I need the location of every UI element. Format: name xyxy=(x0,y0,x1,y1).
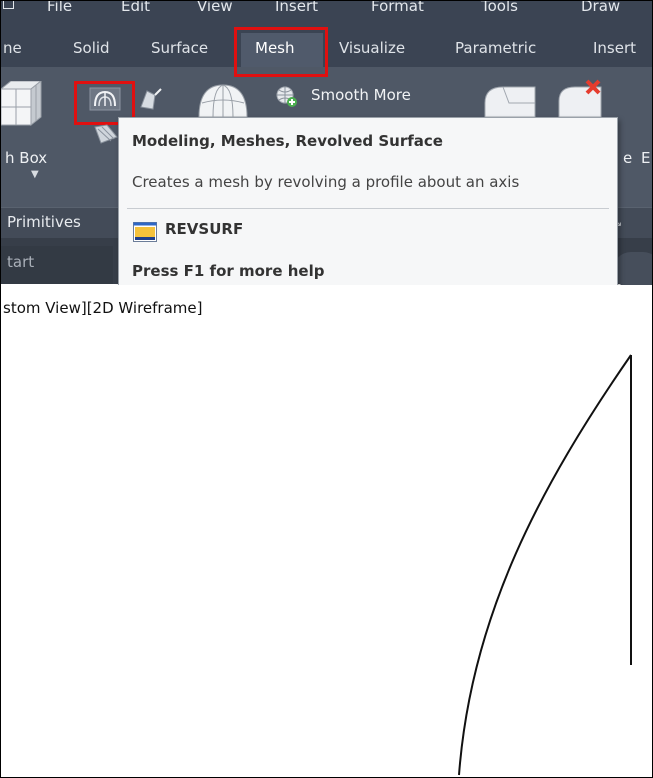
mesh-box-dropdown-icon[interactable]: ▼ xyxy=(31,169,39,180)
profile-curve xyxy=(458,354,632,776)
menu-draw[interactable]: Draw xyxy=(581,1,620,15)
tooltip-divider xyxy=(127,208,609,209)
menu-bar: File Edit View Insert Format Tools Draw xyxy=(1,1,652,29)
revsurf-command-icon xyxy=(133,222,157,246)
mesh-box-icon xyxy=(1,81,43,133)
tooltip-help: Press F1 for more help xyxy=(132,262,325,280)
drawing-canvas xyxy=(458,354,632,776)
ruled-surface-button[interactable] xyxy=(93,123,119,145)
ribbon-partial-label-ex: E xyxy=(641,149,651,167)
menu-corner-icon xyxy=(3,1,14,9)
tab-visualize[interactable]: Visualize xyxy=(339,39,405,57)
delete-crease-button[interactable] xyxy=(557,79,609,117)
edge-surface-button[interactable] xyxy=(139,87,163,111)
tooltip: Modeling, Meshes, Revolved Surface Creat… xyxy=(118,117,618,299)
mesh-box-label: h Box xyxy=(5,149,48,167)
app-window: File Edit View Insert Format Tools Draw … xyxy=(0,0,653,778)
tab-parametric[interactable]: Parametric xyxy=(455,39,536,57)
tooltip-command: REVSURF xyxy=(165,220,244,238)
mesh-sphere-icon xyxy=(197,83,249,117)
tab-surface[interactable]: Surface xyxy=(151,39,208,57)
edge-surface-icon xyxy=(139,87,163,111)
menu-edit[interactable]: Edit xyxy=(121,1,150,15)
menu-insert[interactable]: Insert xyxy=(275,1,318,15)
ruled-surface-icon xyxy=(93,123,119,145)
mesh-tab-highlight xyxy=(234,27,328,77)
refine-mesh-icon xyxy=(481,83,541,117)
file-tab-start-label: tart xyxy=(7,253,35,271)
menu-view[interactable]: View xyxy=(197,1,233,15)
tooltip-description: Creates a mesh by revolving a profile ab… xyxy=(132,173,520,191)
panel-title-primitives[interactable]: Primitives xyxy=(7,213,81,231)
drawing-viewport[interactable]: stom View][2D Wireframe] xyxy=(1,285,652,777)
menu-file[interactable]: File xyxy=(47,1,72,15)
menu-tools[interactable]: Tools xyxy=(481,1,518,15)
smooth-more-label: Smooth More xyxy=(311,86,411,104)
tab-solid[interactable]: Solid xyxy=(73,39,110,57)
tab-home-partial[interactable]: ne xyxy=(3,39,22,57)
menu-format[interactable]: Format xyxy=(371,1,424,15)
mesh-sphere-button[interactable] xyxy=(197,83,249,117)
tab-insert[interactable]: Insert xyxy=(593,39,636,57)
ribbon-partial-label-e: e xyxy=(623,149,633,167)
delete-crease-icon xyxy=(557,79,609,117)
new-tab-button[interactable] xyxy=(613,252,652,288)
mesh-box-button[interactable] xyxy=(1,81,43,133)
refine-mesh-button[interactable] xyxy=(481,83,541,117)
file-tab-start[interactable]: tart xyxy=(1,246,113,284)
tooltip-title: Modeling, Meshes, Revolved Surface xyxy=(132,132,443,150)
smooth-more-icon xyxy=(275,85,299,109)
